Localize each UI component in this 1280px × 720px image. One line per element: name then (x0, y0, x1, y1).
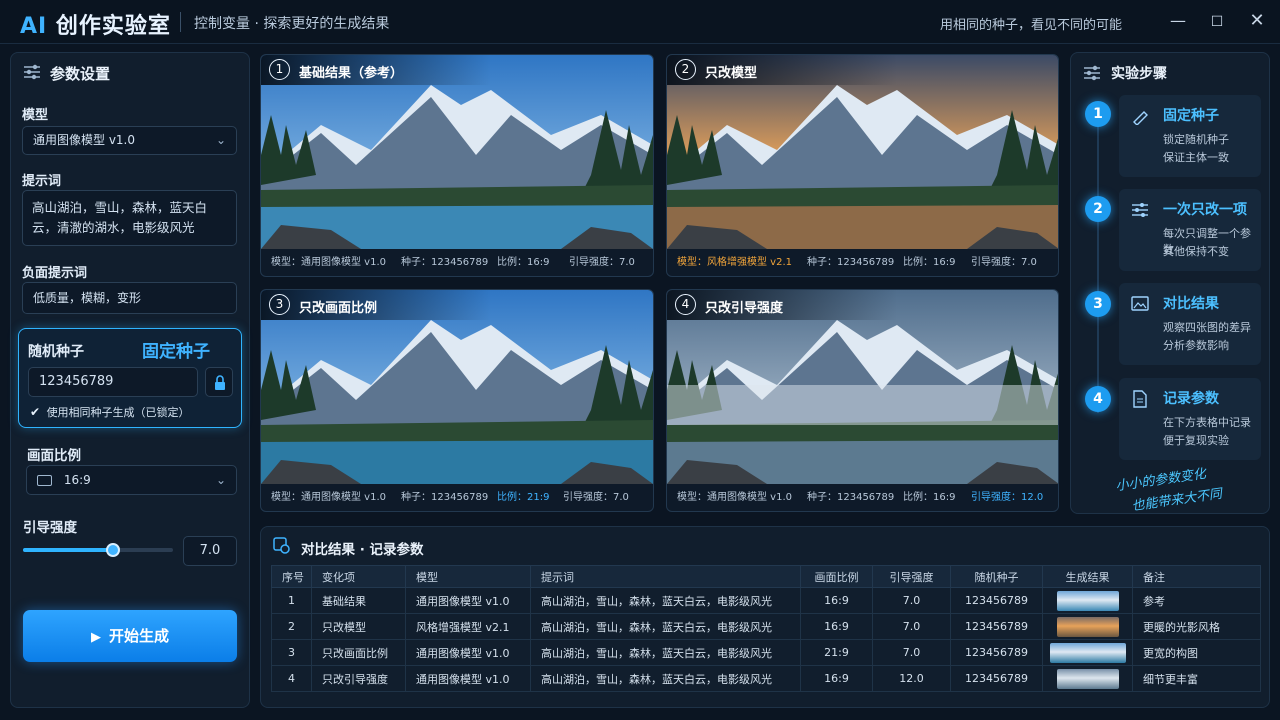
card-footer: 模型：风格增强模型 v2.1 种子：123456789 比例：16:9 引导强度… (677, 257, 1037, 268)
app-title: AI 创作实验室 (20, 14, 171, 39)
compare-icon (273, 537, 290, 554)
card-footer: 模型：通用图像模型 v1.0 种子：123456789 比例：16:9 引导强度… (677, 492, 1044, 503)
aspect-ratio-icon (37, 475, 52, 486)
table-title: 对比结果 · 记录参数 (301, 542, 424, 558)
seed-label: 随机种子 (28, 344, 84, 360)
result-thumbnail[interactable] (1049, 642, 1126, 663)
tagline: 用相同的种子，看见不同的可能 (940, 18, 1123, 33)
step-number: 2 (1085, 196, 1111, 222)
fixed-seed-badge: 固定种子 (142, 342, 210, 362)
step-2: 一次只改一项 每次只调整一个参数 其他保持不变 (1119, 189, 1261, 271)
card-number: 4 (675, 294, 696, 315)
ratio-label: 画面比例 (27, 448, 81, 464)
settings-title: 参数设置 (50, 65, 111, 83)
card-title: 只改模型 (705, 66, 758, 81)
step-number: 1 (1085, 101, 1111, 127)
seed-lock-note: 使用相同种子生成（已锁定） (46, 406, 190, 419)
comparison-panel: 对比结果 · 记录参数 序号 变化项 模型 提示词 画面比例 引导强度 随机种子… (260, 526, 1270, 708)
model-select[interactable]: 通用图像模型 v1.0 ⌄ (22, 126, 237, 155)
table-header-row: 序号 变化项 模型 提示词 画面比例 引导强度 随机种子 生成结果 备注 (271, 565, 1261, 588)
card-number: 2 (675, 59, 696, 80)
negative-prompt-input[interactable]: 低质量，模糊，变形 (22, 282, 237, 314)
result-card-4[interactable]: 4 只改引导强度 模型：通用图像模型 v1.0 种子：123456789 比例：… (666, 289, 1059, 512)
app-subtitle: 控制变量 · 探索更好的生成结果 (194, 16, 390, 32)
step-1: 固定种子 锁定随机种子 保证主体一致 (1119, 95, 1261, 177)
result-thumbnail[interactable] (1056, 668, 1119, 689)
check-icon: ✔ (30, 405, 41, 419)
step-3: 对比结果 观察四张图的差异 分析参数影响 (1119, 283, 1261, 365)
play-icon: ▶ (90, 630, 101, 645)
card-number: 3 (269, 294, 290, 315)
table-row[interactable]: 2 只改模型 风格增强模型 v2.1 高山湖泊，雪山，森林，蓝天白云，电影级风光… (271, 613, 1261, 640)
result-card-2[interactable]: 2 只改模型 模型：风格增强模型 v2.1 种子：123456789 比例：16… (666, 54, 1059, 277)
prompt-label: 提示词 (22, 174, 62, 189)
guidance-slider-fill (23, 548, 113, 552)
negative-prompt-label: 负面提示词 (22, 266, 88, 281)
steps-panel: 实验步骤 1 固定种子 锁定随机种子 保证主体一致 2 一次只改一项 每次只调整… (1070, 52, 1270, 514)
result-card-1[interactable]: 1 基础结果（参考） 模型：通用图像模型 v1.0 种子：123456789 比… (260, 54, 654, 277)
steps-title: 实验步骤 (1111, 66, 1167, 82)
step-number: 4 (1085, 386, 1111, 412)
step-number: 3 (1085, 291, 1111, 317)
result-thumbnail[interactable] (1056, 590, 1119, 611)
chevron-down-icon: ⌄ (215, 473, 226, 487)
pen-icon (1133, 111, 1148, 125)
sliders-icon (24, 64, 40, 80)
card-title: 只改引导强度 (705, 301, 784, 316)
card-number: 1 (269, 59, 290, 80)
table-row[interactable]: 1 基础结果 通用图像模型 v1.0 高山湖泊，雪山，森林，蓝天白云，电影级风光… (271, 587, 1261, 614)
table-row[interactable]: 3 只改画面比例 通用图像模型 v1.0 高山湖泊，雪山，森林，蓝天白云，电影级… (271, 639, 1261, 666)
model-label: 模型 (22, 108, 49, 123)
lock-button[interactable] (205, 367, 233, 397)
minimize-icon[interactable]: — (1166, 10, 1190, 34)
card-footer: 模型：通用图像模型 v1.0 种子：123456789 比例：16:9 引导强度… (271, 257, 635, 268)
guidance-label: 引导强度 (23, 520, 77, 536)
maximize-icon[interactable]: ☐ (1205, 10, 1229, 34)
chevron-down-icon: ⌄ (215, 133, 226, 147)
model-value: 通用图像模型 v1.0 (33, 133, 136, 147)
card-title: 只改画面比例 (299, 301, 378, 316)
document-icon (1133, 390, 1147, 408)
close-icon[interactable]: ✕ (1245, 10, 1269, 34)
table-row[interactable]: 4 只改引导强度 通用图像模型 v1.0 高山湖泊，雪山，森林，蓝天白云，电影级… (271, 665, 1261, 692)
generate-button[interactable]: ▶ 开始生成 (23, 610, 237, 662)
ratio-select[interactable]: 16:9 ⌄ (26, 465, 237, 495)
guidance-slider[interactable] (23, 543, 173, 557)
seed-lock-checkbox[interactable]: ✔ 使用相同种子生成（已锁定） (30, 404, 190, 420)
title-divider (180, 12, 181, 32)
comparison-table: 序号 变化项 模型 提示词 画面比例 引导强度 随机种子 生成结果 备注 1 基… (271, 565, 1261, 692)
card-title: 基础结果（参考） (299, 66, 404, 81)
result-card-3[interactable]: 3 只改画面比例 模型：通用图像模型 v1.0 种子：123456789 比例：… (260, 289, 654, 512)
prompt-input[interactable]: 高山湖泊，雪山，森林，蓝天白云，清澈的湖水，电影级风光 (22, 190, 237, 246)
sliders-icon (1132, 203, 1148, 217)
ratio-value: 16:9 (63, 473, 91, 487)
image-icon (1131, 296, 1149, 311)
guidance-input[interactable]: 7.0 (183, 536, 237, 566)
step-4: 记录参数 在下方表格中记录 便于复现实验 (1119, 378, 1261, 460)
guidance-slider-thumb[interactable] (106, 543, 120, 557)
result-thumbnail[interactable] (1056, 616, 1119, 637)
card-footer: 模型：通用图像模型 v1.0 种子：123456789 比例：21:9 引导强度… (271, 492, 629, 503)
seed-input[interactable]: 123456789 (28, 367, 198, 397)
step-connector (1097, 113, 1099, 413)
lock-icon (215, 375, 225, 390)
sliders-icon (1084, 65, 1100, 81)
